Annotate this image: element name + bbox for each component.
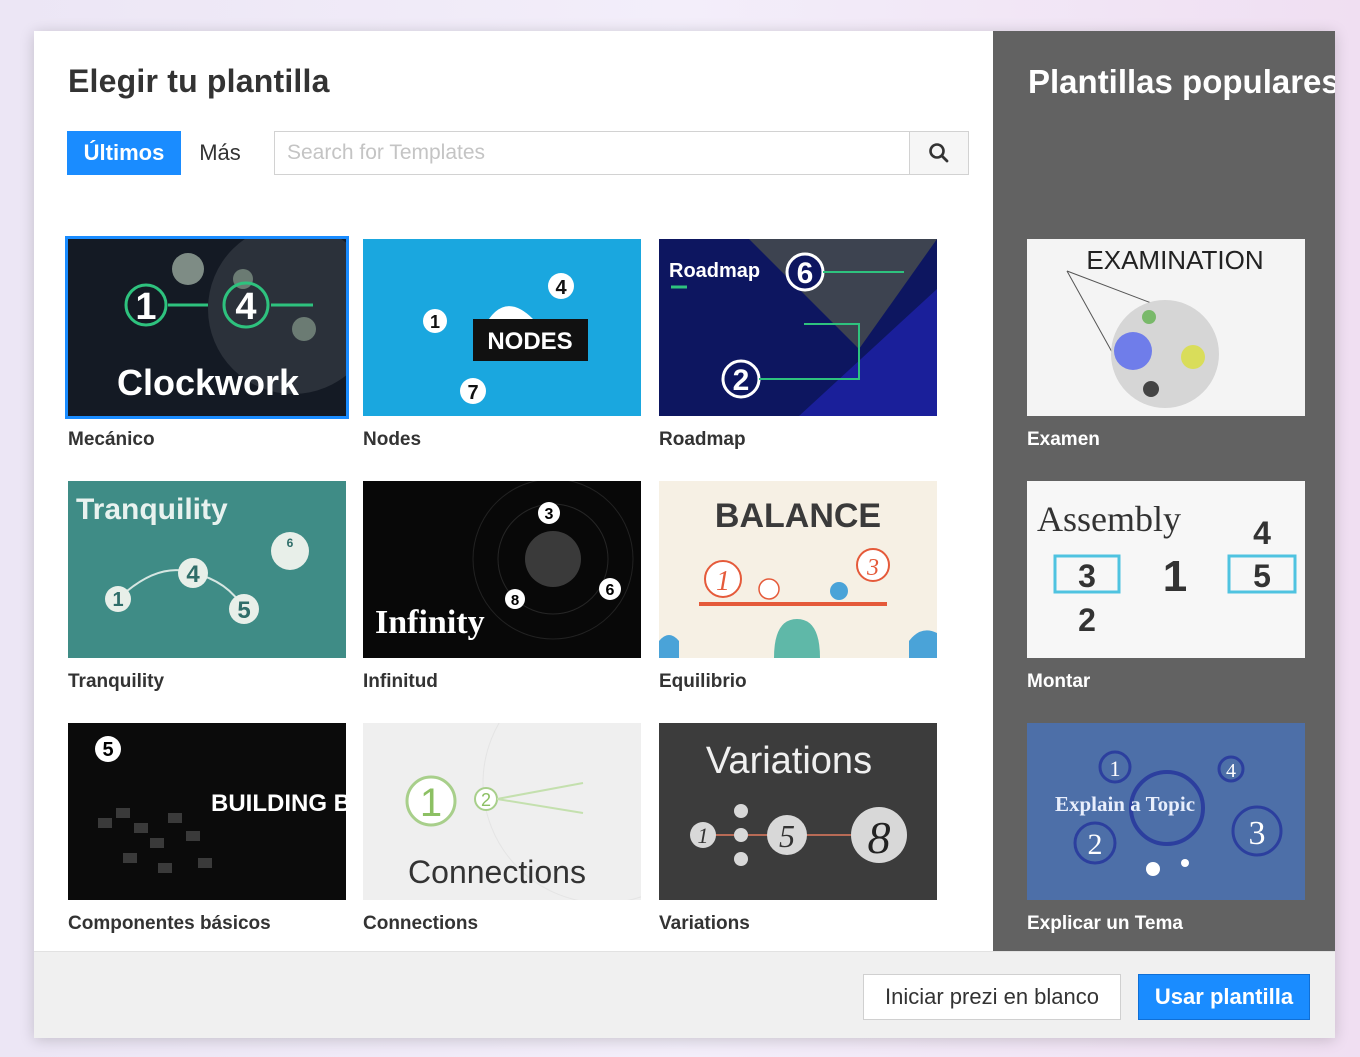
start-blank-button[interactable]: Iniciar prezi en blanco — [863, 974, 1121, 1020]
thumb-title: BALANCE — [715, 497, 881, 535]
dialog-title: Elegir tu plantilla — [68, 63, 330, 99]
svg-text:3: 3 — [866, 555, 879, 581]
svg-text:4: 4 — [1226, 760, 1236, 782]
thumb-title: Variations — [706, 740, 872, 782]
template-name: Infinitud — [363, 671, 438, 692]
svg-text:4: 4 — [555, 277, 567, 299]
search-button[interactable] — [909, 132, 968, 174]
svg-text:6: 6 — [797, 257, 814, 290]
svg-text:2: 2 — [1078, 602, 1096, 638]
template-name: Mecánico — [68, 429, 155, 450]
thumb-title: Explain a Topic — [1055, 792, 1195, 816]
svg-text:5: 5 — [779, 818, 795, 854]
svg-text:1: 1 — [716, 566, 730, 597]
popular-title: Plantillas populares — [1028, 63, 1335, 100]
svg-text:1: 1 — [698, 823, 709, 848]
template-picker-panel: Elegir tu plantilla Últimos Más 1 — [34, 31, 993, 951]
template-thumbnail: 1 2 Connections — [363, 723, 641, 900]
svg-text:1: 1 — [1110, 756, 1121, 781]
svg-text:8: 8 — [868, 812, 891, 863]
template-name: Nodes — [363, 429, 422, 450]
template-thumbnail: Roadmap 6 2 — [659, 239, 937, 416]
template-thumbnail: 5 BUILDING BLOCKS — [68, 723, 346, 900]
template-thumbnail: 1 4 7 NODES — [363, 239, 641, 416]
template-thumbnail: Variations 1 5 8 — [659, 723, 937, 900]
template-name: Connections — [363, 913, 479, 934]
svg-text:2: 2 — [481, 790, 491, 810]
svg-text:1: 1 — [1163, 552, 1187, 601]
dialog-footer: Iniciar prezi en blanco Usar plantilla — [34, 951, 1335, 1038]
thumb-title: NODES — [487, 328, 572, 355]
svg-text:4: 4 — [235, 286, 256, 328]
search-icon — [929, 143, 949, 163]
thumb-title: Infinity — [375, 604, 485, 641]
template-thumbnail: BALANCE 1 3 — [659, 481, 937, 658]
thumb-title: BUILDING BLOCKS — [211, 790, 346, 817]
template-thumbnail: Assembly 3 1 4 5 2 — [1027, 481, 1305, 658]
svg-text:3: 3 — [545, 506, 554, 523]
tab-latest[interactable]: Últimos — [67, 131, 181, 175]
thumb-title: Tranquility — [76, 493, 228, 526]
template-name: Componentes básicos — [68, 913, 271, 934]
template-name: Explicar un Tema — [1027, 913, 1183, 934]
svg-text:1: 1 — [420, 781, 442, 825]
svg-text:4: 4 — [186, 561, 200, 588]
template-dialog: Elegir tu plantilla Últimos Más 1 — [34, 31, 1335, 1038]
svg-text:1: 1 — [112, 589, 123, 611]
tab-more[interactable]: Más — [184, 131, 256, 175]
svg-text:1: 1 — [135, 286, 156, 328]
search-box — [274, 131, 969, 175]
template-thumbnail: 1 4 Clockwork — [65, 236, 349, 419]
svg-text:6: 6 — [606, 582, 615, 599]
template-thumbnail: EXAMINATION — [1027, 239, 1305, 416]
svg-text:8: 8 — [511, 592, 519, 609]
svg-text:1: 1 — [430, 312, 440, 332]
template-name: Examen — [1027, 429, 1100, 450]
template-thumbnail: 3 6 8 Infinity — [363, 481, 641, 658]
svg-text:3: 3 — [1249, 815, 1266, 852]
popular-templates-panel: Plantillas populares EXAMINATION Examen — [993, 31, 1335, 951]
template-thumbnail: Tranquility 1 4 5 6 — [68, 481, 346, 658]
template-name: Variations — [659, 913, 750, 934]
use-template-button[interactable]: Usar plantilla — [1138, 974, 1310, 1020]
template-name: Tranquility — [68, 671, 165, 692]
template-thumbnail: 1 4 2 3 Explain a Topic — [1027, 723, 1305, 900]
search-input[interactable] — [275, 132, 909, 174]
svg-text:5: 5 — [102, 739, 113, 761]
svg-text:2: 2 — [1088, 828, 1103, 861]
thumb-title: Roadmap — [669, 260, 760, 282]
svg-text:7: 7 — [467, 382, 478, 404]
svg-text:5: 5 — [237, 597, 250, 624]
svg-text:3: 3 — [1078, 558, 1096, 594]
thumb-title: Connections — [408, 854, 586, 890]
svg-text:2: 2 — [733, 364, 750, 397]
thumb-title: Assembly — [1037, 499, 1181, 539]
template-name: Equilibrio — [659, 671, 747, 692]
template-name: Roadmap — [659, 429, 746, 450]
svg-text:6: 6 — [287, 536, 294, 550]
thumb-title: Clockwork — [117, 362, 300, 403]
template-name: Montar — [1027, 671, 1091, 692]
svg-text:5: 5 — [1253, 558, 1271, 594]
svg-text:4: 4 — [1253, 515, 1271, 551]
thumb-title: EXAMINATION — [1086, 245, 1263, 275]
